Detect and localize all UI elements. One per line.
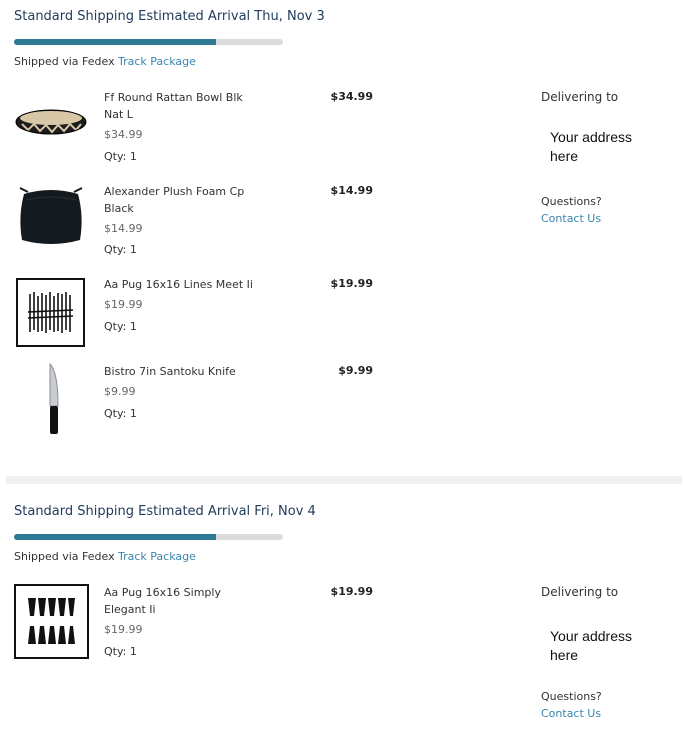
- framed-print-lines-icon: [16, 278, 85, 347]
- item-qty: Qty: 1: [104, 320, 137, 333]
- item-total: $34.99: [330, 90, 373, 103]
- item-qty: Qty: 1: [104, 645, 137, 658]
- item-price: $14.99: [104, 222, 143, 235]
- contact-us-link[interactable]: Contact Us: [541, 212, 601, 225]
- shipment-progress-fill: [14, 39, 216, 45]
- questions-label: Questions?: [541, 195, 602, 208]
- item-total: $19.99: [330, 585, 373, 598]
- shipment-title: Standard Shipping Estimated Arrival Fri,…: [14, 504, 316, 519]
- item-price: $9.99: [104, 385, 136, 398]
- contact-us-link[interactable]: Contact Us: [541, 707, 601, 720]
- framed-print-elegant-icon: [14, 584, 89, 659]
- questions-label: Questions?: [541, 690, 602, 703]
- rattan-bowl-icon: [15, 109, 87, 135]
- item-total: $19.99: [330, 277, 373, 290]
- item-name[interactable]: Alexander Plush Foam Cp Black: [104, 183, 262, 217]
- shipped-via: Shipped via Fedex: [14, 550, 115, 563]
- item-name[interactable]: Aa Pug 16x16 Simply Elegant Ii: [104, 584, 262, 618]
- item-name[interactable]: Bistro 7in Santoku Knife: [104, 363, 262, 380]
- track-package-link[interactable]: Track Package: [118, 55, 196, 68]
- item-name[interactable]: Ff Round Rattan Bowl Blk Nat L: [104, 89, 262, 123]
- shipped-via: Shipped via Fedex: [14, 55, 115, 68]
- item-price: $19.99: [104, 298, 143, 311]
- santoku-knife-icon: [49, 362, 59, 434]
- delivery-address: Your address here: [550, 628, 632, 663]
- item-qty: Qty: 1: [104, 407, 137, 420]
- item-qty: Qty: 1: [104, 150, 137, 163]
- shipment-progress-bar: [14, 534, 283, 540]
- delivering-to-label: Delivering to: [541, 585, 619, 599]
- item-qty: Qty: 1: [104, 243, 137, 256]
- chair-cushion-icon: [19, 187, 83, 244]
- item-total: $14.99: [330, 184, 373, 197]
- item-price: $34.99: [104, 128, 143, 141]
- shipment-progress-bar: [14, 39, 283, 45]
- item-price: $19.99: [104, 623, 143, 636]
- track-package-link[interactable]: Track Package: [118, 550, 196, 563]
- shipment-divider: [6, 476, 682, 484]
- delivering-to-label: Delivering to: [541, 90, 619, 104]
- delivery-address: Your address here: [550, 129, 632, 164]
- shipment-title: Standard Shipping Estimated Arrival Thu,…: [14, 9, 325, 24]
- item-name[interactable]: Aa Pug 16x16 Lines Meet Ii: [104, 276, 262, 293]
- shipment-progress-fill: [14, 534, 216, 540]
- item-total: $9.99: [338, 364, 373, 377]
